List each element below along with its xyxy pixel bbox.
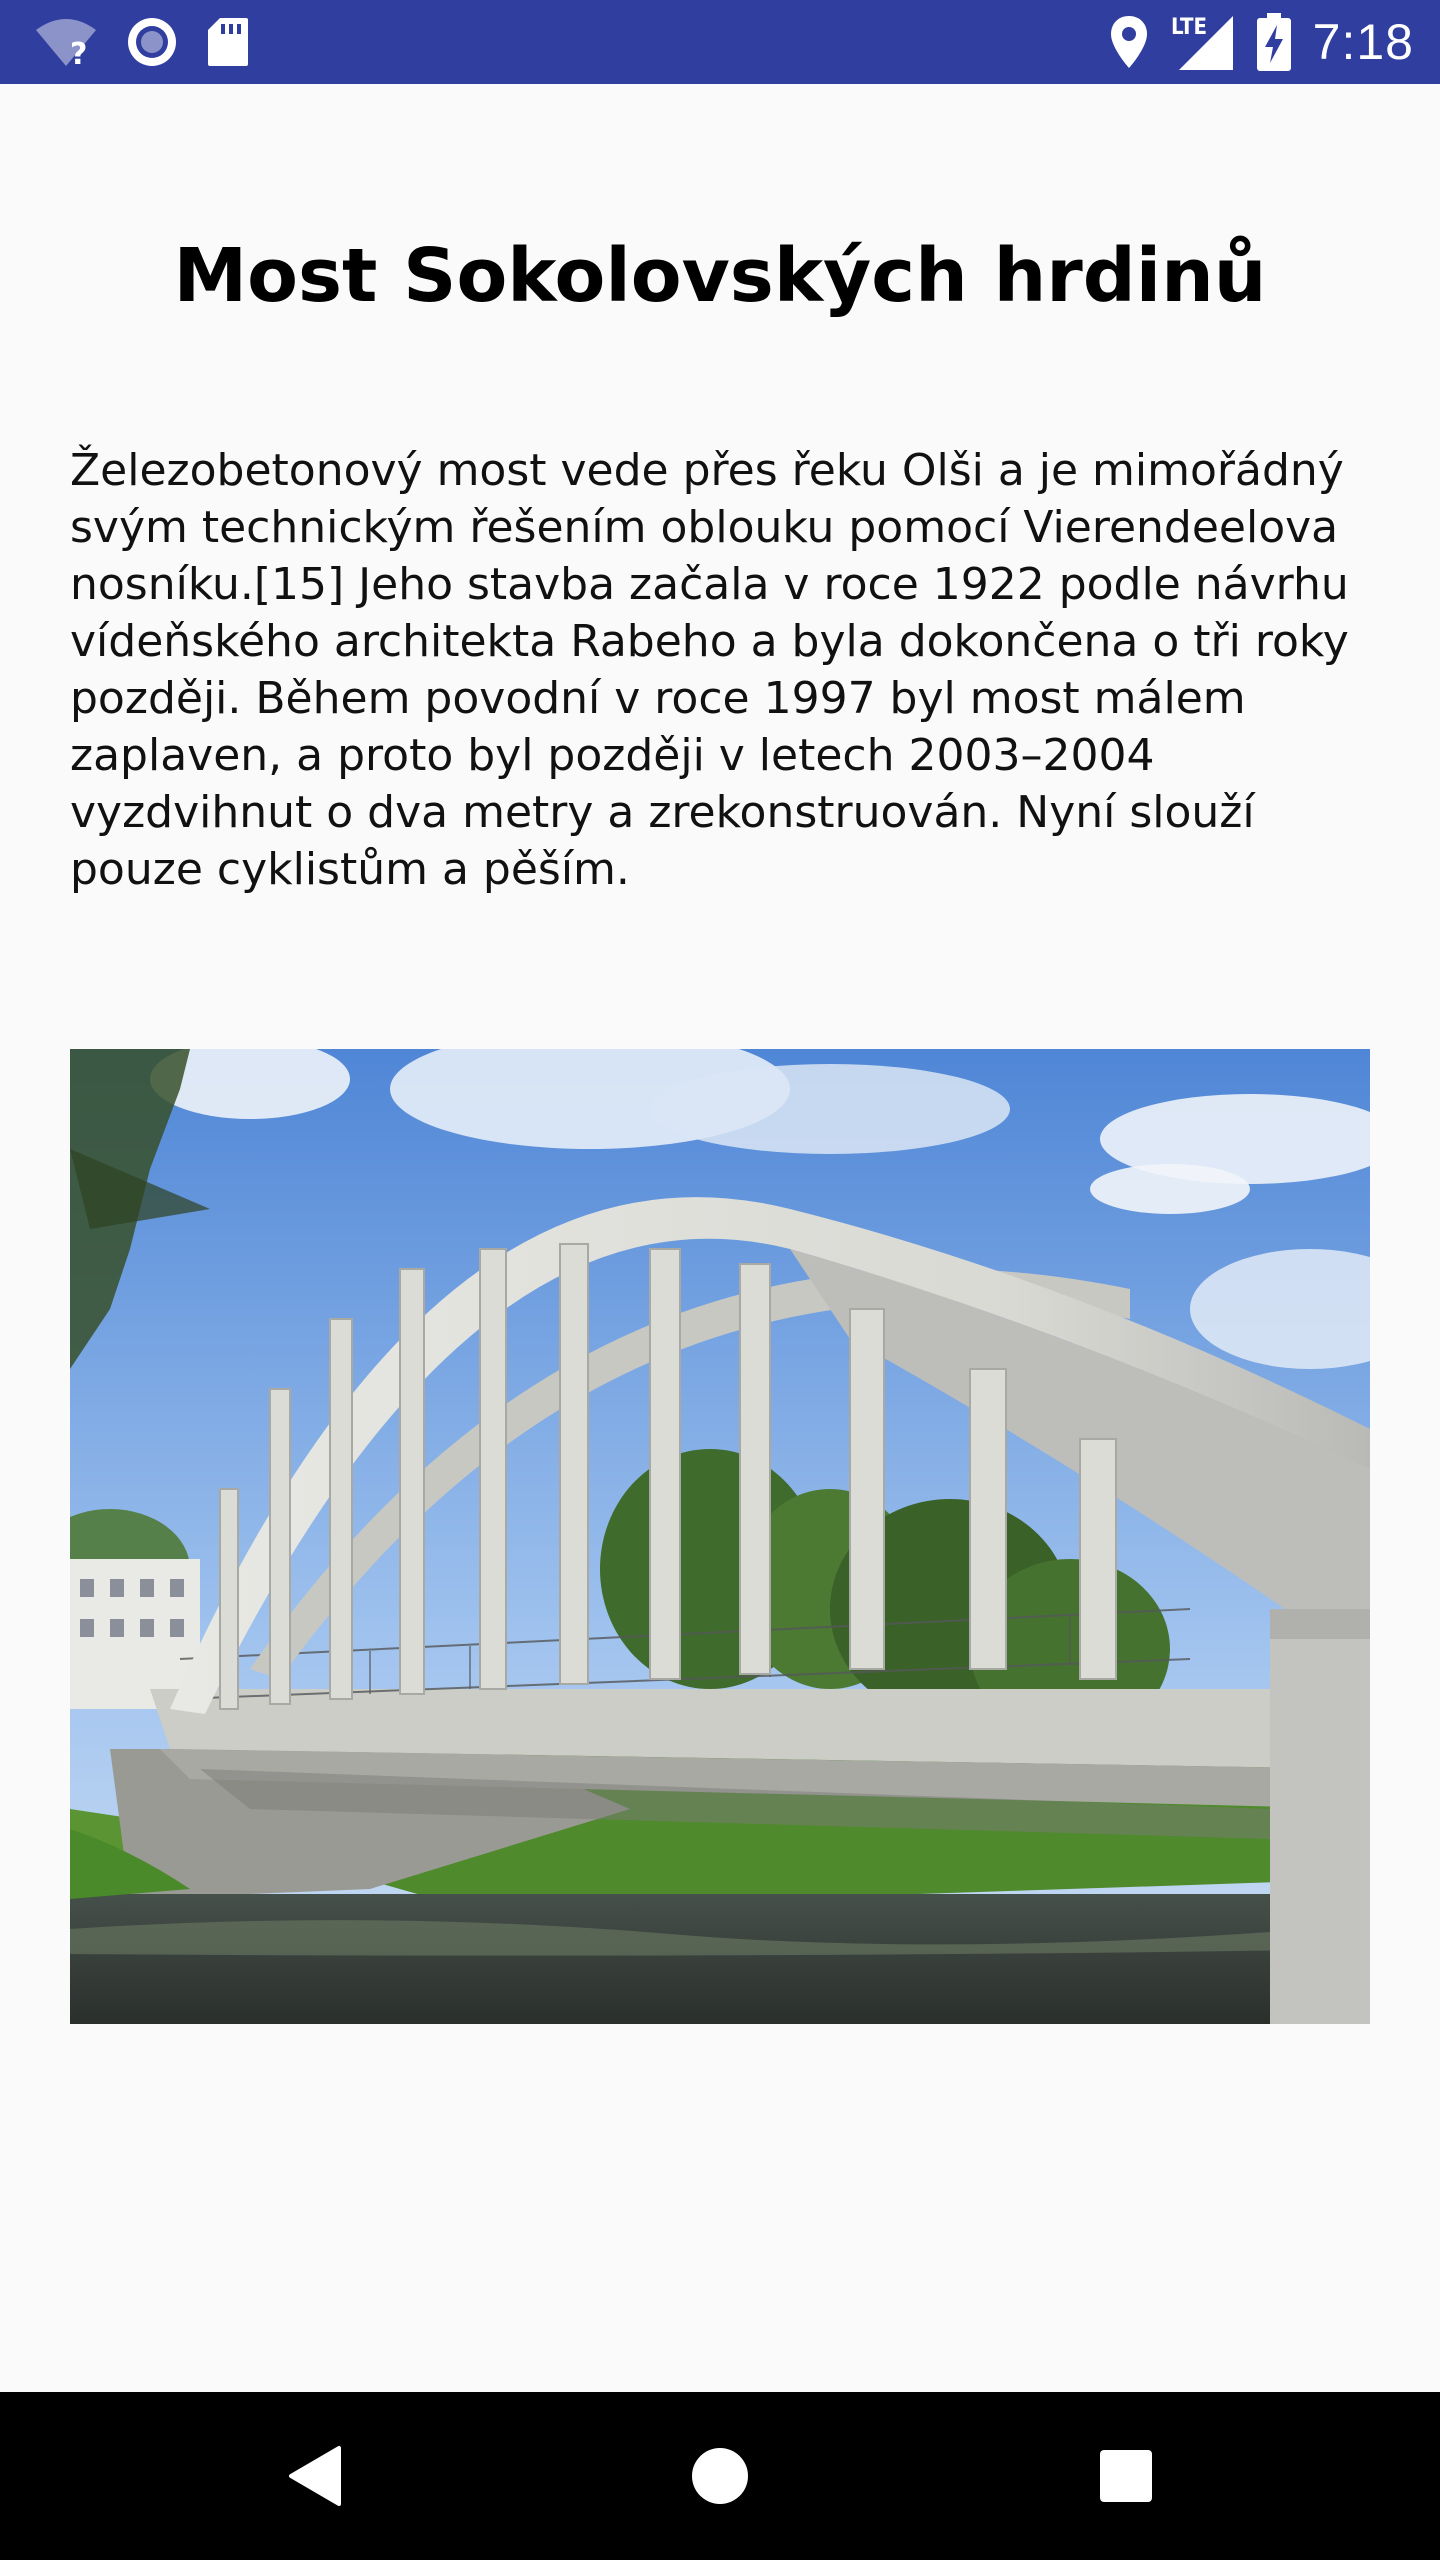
back-button[interactable]	[265, 2426, 365, 2526]
bridge-photo	[70, 1049, 1370, 2024]
lte-label: LTE	[1171, 15, 1207, 40]
navigation-bar	[0, 2392, 1440, 2560]
battery-charging-icon	[1256, 13, 1291, 71]
recents-button[interactable]	[1076, 2426, 1176, 2526]
home-icon	[692, 2448, 748, 2504]
lte-signal-icon: LTE	[1171, 12, 1235, 72]
sync-circle-icon	[124, 14, 180, 70]
status-bar: ? LTE 7:18	[0, 0, 1440, 84]
status-bar-left: ?	[34, 14, 250, 70]
location-icon	[1109, 14, 1149, 70]
sd-card-icon	[206, 16, 250, 68]
wifi-unknown-icon: ?	[34, 16, 98, 68]
status-time: 7:18	[1312, 14, 1414, 70]
back-icon	[289, 2446, 341, 2506]
page-title: Most Sokolovských hrdinů	[173, 233, 1267, 319]
article-content: Most Sokolovských hrdinů Železobetonový …	[0, 84, 1440, 2392]
status-bar-right: LTE 7:18	[1109, 10, 1414, 74]
recents-icon	[1100, 2450, 1152, 2502]
wifi-unknown-mark: ?	[70, 37, 87, 68]
article-description: Železobetonový most vede přes řeku Olši …	[70, 445, 1349, 895]
home-button[interactable]	[670, 2426, 770, 2526]
